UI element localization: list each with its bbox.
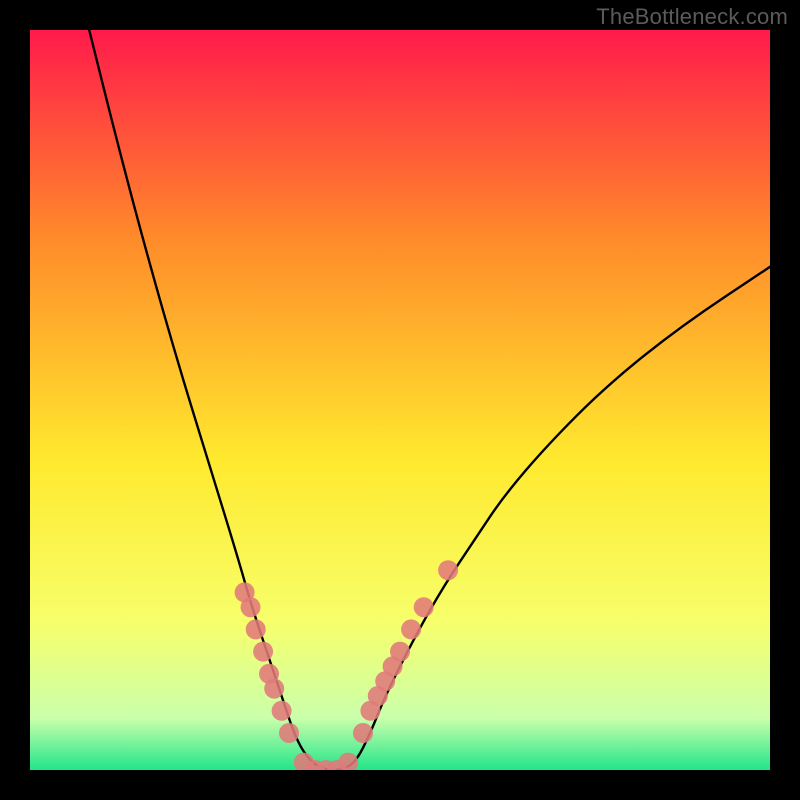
marker-dot (246, 619, 266, 639)
bottleneck-curve (89, 30, 770, 770)
marker-dot (264, 679, 284, 699)
marker-dot (241, 597, 261, 617)
marker-dot (353, 723, 373, 743)
marker-dot (338, 753, 358, 770)
chart-frame: TheBottleneck.com (0, 0, 800, 800)
data-markers (235, 560, 459, 770)
marker-dot (253, 642, 273, 662)
marker-dot (438, 560, 458, 580)
marker-dot (390, 642, 410, 662)
curve-layer (30, 30, 770, 770)
plot-area (30, 30, 770, 770)
marker-dot (272, 701, 292, 721)
marker-dot (401, 619, 421, 639)
marker-dot (279, 723, 299, 743)
watermark-text: TheBottleneck.com (596, 4, 788, 30)
marker-dot (414, 597, 434, 617)
